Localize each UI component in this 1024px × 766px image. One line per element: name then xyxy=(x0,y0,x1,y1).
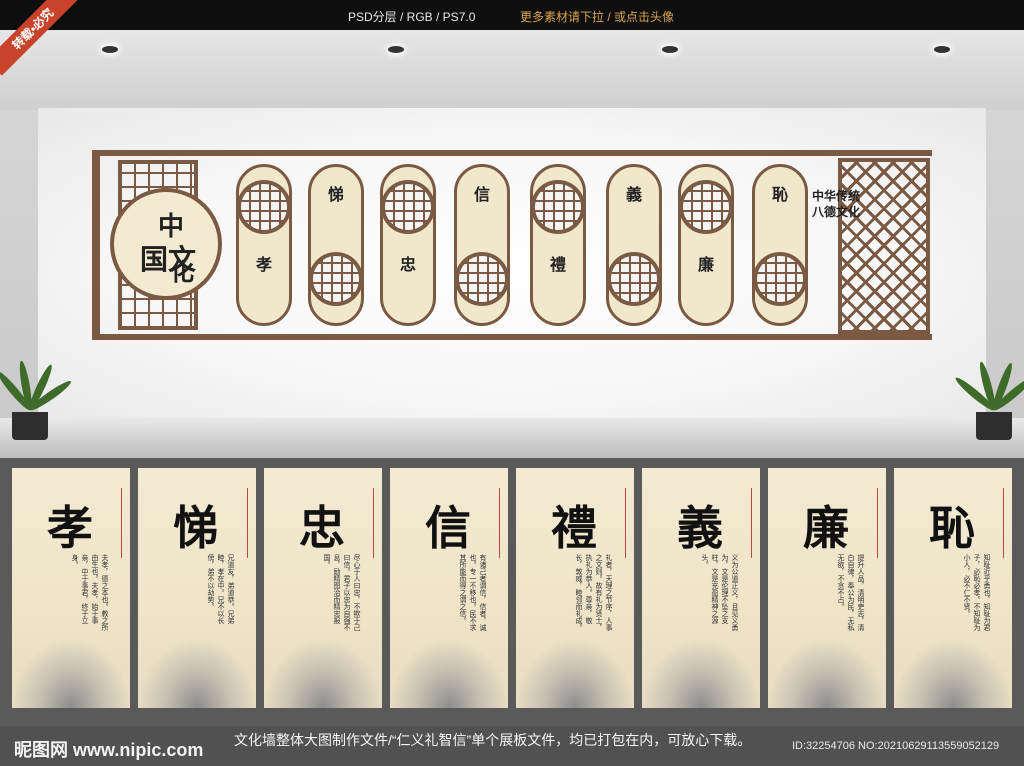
spotlight xyxy=(102,46,118,53)
panel-char: 忠 xyxy=(299,501,347,555)
lattice-window xyxy=(531,180,585,234)
panel-seal-line xyxy=(1003,488,1004,558)
panel-seal-line xyxy=(499,488,500,558)
spotlight xyxy=(662,46,678,53)
wall-board-char: 廉 xyxy=(697,255,714,274)
china-culture-plaque: 中 国文 化 xyxy=(110,188,222,300)
virtue-panel: 信有诸己者谓信，信者，诚也。专一不移也。民不求其所能而得之谓之信。 xyxy=(390,468,508,708)
spotlight xyxy=(388,46,404,53)
format-info: PSD分层 / RGB / PS7.0 xyxy=(348,10,476,24)
lattice-window xyxy=(381,180,435,234)
panel-ink-scene xyxy=(12,638,130,708)
lattice-window xyxy=(237,180,291,234)
lattice-window xyxy=(679,180,733,234)
wall-frame-top xyxy=(92,150,932,156)
panel-char: 信 xyxy=(425,501,473,555)
panel-seal-line xyxy=(247,488,248,558)
panel-char: 悌 xyxy=(173,501,221,555)
lattice-window xyxy=(455,252,509,306)
potted-plant-left xyxy=(0,320,74,440)
wall-board-char: 悌 xyxy=(327,185,344,204)
canvas: 中 国文 化 孝 悌 忠 信 禮 義 廉 恥 中华传统 八德文化 孝夫孝，德之本… xyxy=(0,0,1024,766)
eight-virtues-title: 中华传统 八德文化 xyxy=(812,189,861,219)
file-description: 文化墙整体大图制作文件/“仁义礼智信”单个展板文件，均已打包在内，可放心下载。 xyxy=(234,732,752,748)
wall-board-char: 信 xyxy=(473,185,490,204)
floor xyxy=(0,418,1024,458)
virtue-panel: 廉提升人品，清明吏志，清白自律，奉公为民，无私无欲，不贪不占。 xyxy=(768,468,886,708)
lattice-right xyxy=(838,158,930,334)
panel-ink-scene xyxy=(390,638,508,708)
panel-text: 礼者，天理之节序，人事之文则。故有礼为贤士，执礼为恭人。尊亲，敬长，敦威，睦邻而… xyxy=(575,554,613,631)
virtue-panel: 孝夫孝，德之本也。教之所由生也。夫孝，始于事亲，中于事君，终于立身。 xyxy=(12,468,130,708)
virtue-panel: 義义为公道正义，且见义勇为，文是伦理不坠之支柱，文是充盈精神之源头。 xyxy=(642,468,760,708)
panel-ink-scene xyxy=(768,638,886,708)
image-id: ID:32254706 NO:20210629113559052129 xyxy=(792,740,1000,752)
panel-char: 義 xyxy=(677,501,725,555)
wall-board-char: 孝 xyxy=(255,255,272,274)
panel-seal-line xyxy=(373,488,374,558)
virtue-panel: 悌兄道友，弟道恭。兄弟睦，孝在中。兄不以长傍，弟不以劫势。 xyxy=(138,468,256,708)
virtue-panel: 恥知耻近乎勇也，知耻为君子，必恥必孝。不知耻为小人，必不仁不贤。 xyxy=(894,468,1012,708)
wall-board-char: 禮 xyxy=(549,255,566,274)
panel-seal-line xyxy=(751,488,752,558)
lattice-window xyxy=(607,252,661,306)
top-bar: PSD分层 / RGB / PS7.0 更多素材请下拉 / 或点击头像 xyxy=(0,0,1024,30)
ceiling xyxy=(0,30,1024,110)
panel-seal-line xyxy=(625,488,626,558)
panel-char: 禮 xyxy=(551,501,599,555)
panel-text: 兄道友，弟道恭。兄弟睦，孝在中。兄不以长傍，弟不以劫势。 xyxy=(207,554,235,624)
wall-board-char: 恥 xyxy=(771,185,788,204)
panel-text: 夫孝，德之本也。教之所由生也。夫孝，始于事亲，中于事君，终于立身。 xyxy=(71,554,109,631)
panel-char: 廉 xyxy=(803,501,851,555)
panel-seal-line xyxy=(121,488,122,558)
spotlight xyxy=(934,46,950,53)
panel-ink-scene xyxy=(138,638,256,708)
panel-ink-scene xyxy=(642,638,760,708)
lattice-window xyxy=(753,252,807,306)
site-logo[interactable]: 昵图网 www.nipic.com xyxy=(14,736,203,762)
wall-frame-left xyxy=(92,150,100,340)
more-link[interactable]: 更多素材请下拉 / 或点击头像 xyxy=(520,8,674,25)
panel-seal-line xyxy=(877,488,878,558)
panel-char: 恥 xyxy=(929,501,977,555)
panel-char: 孝 xyxy=(47,501,95,555)
virtue-panel: 忠尽心于人曰忠，不欺于己曰信。君子以忠为自强不息，励精图治而精忠报国。 xyxy=(264,468,382,708)
panel-ink-scene xyxy=(264,638,382,708)
wall-board-char: 忠 xyxy=(399,255,416,274)
potted-plant-right xyxy=(953,320,1024,440)
wall-board-char: 義 xyxy=(625,185,642,204)
panel-ink-scene xyxy=(516,638,634,708)
panel-text: 提升人品，清明吏志，清白自律，奉公为民，无私无欲，不贪不占。 xyxy=(837,554,865,631)
panel-text: 知耻近乎勇也，知耻为君子，必恥必孝。不知耻为小人，必不仁不贤。 xyxy=(963,554,991,631)
wall-frame-bottom xyxy=(92,334,932,340)
panel-text: 尽心于人曰忠，不欺于己曰信。君子以忠为自强不息，励精图治而精忠报国。 xyxy=(323,554,361,631)
virtue-panel: 禮礼者，天理之节序，人事之文则。故有礼为贤士，执礼为恭人。尊亲，敬长，敦威，睦邻… xyxy=(516,468,634,708)
lattice-window xyxy=(309,252,363,306)
panel-ink-scene xyxy=(894,638,1012,708)
plaque-char: 化 xyxy=(170,257,194,286)
panel-text: 有诸己者谓信，信者，诚也。专一不移也。民不求其所能而得之谓之信。 xyxy=(459,554,487,631)
panel-text: 义为公道正义，且见义勇为，文是伦理不坠之支柱，文是充盈精神之源头。 xyxy=(701,554,739,631)
